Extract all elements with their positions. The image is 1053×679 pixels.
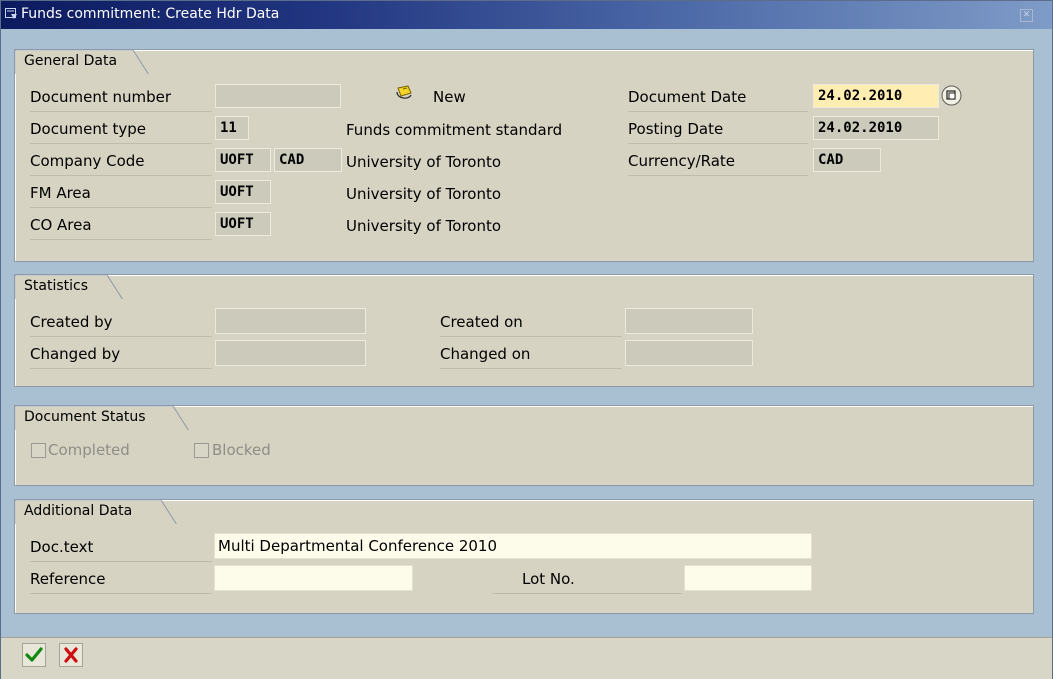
general-data-title: General Data bbox=[24, 53, 118, 69]
created-by-field bbox=[215, 308, 366, 334]
changed-by-field bbox=[215, 340, 366, 366]
fm-area-text: University of Toronto bbox=[346, 185, 502, 203]
statistics-title: Statistics bbox=[24, 278, 88, 294]
doc-text-label: Doc.text bbox=[30, 533, 212, 562]
changed-by-label: Changed by bbox=[30, 340, 212, 369]
currency-rate-label: Currency/Rate bbox=[628, 147, 808, 176]
created-on-field bbox=[625, 308, 753, 334]
fm-area-label: FM Area bbox=[30, 179, 212, 208]
new-document-icon bbox=[396, 85, 412, 99]
additional-data-title: Additional Data bbox=[24, 503, 133, 519]
changed-on-label: Changed on bbox=[440, 340, 622, 369]
completed-label: Completed bbox=[48, 441, 130, 459]
co-area-label: CO Area bbox=[30, 211, 212, 240]
checkmark-icon bbox=[25, 647, 43, 662]
document-type-label: Document type bbox=[30, 115, 212, 144]
window-title: Funds commitment: Create Hdr Data bbox=[21, 6, 280, 22]
lot-no-label: Lot No. bbox=[492, 565, 682, 594]
document-type-field[interactable]: 11 bbox=[215, 116, 249, 140]
company-code-field[interactable]: UOFT bbox=[215, 148, 271, 172]
close-icon[interactable]: ✕ bbox=[1020, 9, 1033, 22]
document-date-label: Document Date bbox=[628, 83, 808, 112]
created-by-label: Created by bbox=[30, 308, 212, 337]
dialog-window: Funds commitment: Create Hdr Data ✕ Gene… bbox=[0, 0, 1053, 679]
company-code-label: Company Code bbox=[30, 147, 212, 176]
document-status-title: Document Status bbox=[24, 409, 146, 425]
title-bar: Funds commitment: Create Hdr Data ✕ bbox=[1, 1, 1052, 29]
blocked-label: Blocked bbox=[212, 441, 271, 459]
co-area-text: University of Toronto bbox=[346, 217, 502, 235]
date-picker-icon[interactable] bbox=[941, 85, 962, 106]
created-on-label: Created on bbox=[440, 308, 622, 337]
document-date-field[interactable]: 24.02.2010 bbox=[813, 84, 939, 108]
cancel-button[interactable] bbox=[59, 643, 83, 667]
completed-checkbox[interactable] bbox=[31, 443, 46, 458]
posting-date-field[interactable]: 24.02.2010 bbox=[813, 116, 939, 140]
posting-date-label: Posting Date bbox=[628, 115, 808, 144]
blocked-checkbox[interactable] bbox=[194, 443, 209, 458]
dialog-toolbar bbox=[1, 637, 1052, 679]
doc-text-input[interactable]: Multi Departmental Conference 2010 bbox=[214, 533, 812, 559]
fm-area-field[interactable]: UOFT bbox=[215, 180, 271, 204]
cancel-x-icon bbox=[64, 647, 78, 663]
currency-rate-field[interactable]: CAD bbox=[813, 148, 881, 172]
document-type-text: Funds commitment standard bbox=[346, 121, 563, 139]
company-code-text: University of Toronto bbox=[346, 153, 502, 171]
reference-input[interactable] bbox=[214, 565, 413, 591]
window-menu-icon[interactable] bbox=[5, 8, 18, 20]
confirm-button[interactable] bbox=[22, 643, 46, 667]
reference-label: Reference bbox=[30, 565, 212, 594]
changed-on-field bbox=[625, 340, 753, 366]
new-status-label: New bbox=[433, 88, 466, 106]
statistics-group: Statistics Created by Changed by Created… bbox=[14, 274, 1034, 387]
co-area-field[interactable]: UOFT bbox=[215, 212, 271, 236]
document-number-label: Document number bbox=[30, 83, 212, 112]
general-data-group: General Data Document number New Documen… bbox=[14, 49, 1034, 262]
lot-no-input[interactable] bbox=[684, 565, 812, 591]
document-status-group: Document Status Completed Blocked bbox=[14, 405, 1034, 486]
additional-data-group: Additional Data Doc.text Multi Departmen… bbox=[14, 499, 1034, 614]
company-currency-field: CAD bbox=[274, 148, 342, 172]
document-number-field[interactable] bbox=[215, 84, 341, 108]
